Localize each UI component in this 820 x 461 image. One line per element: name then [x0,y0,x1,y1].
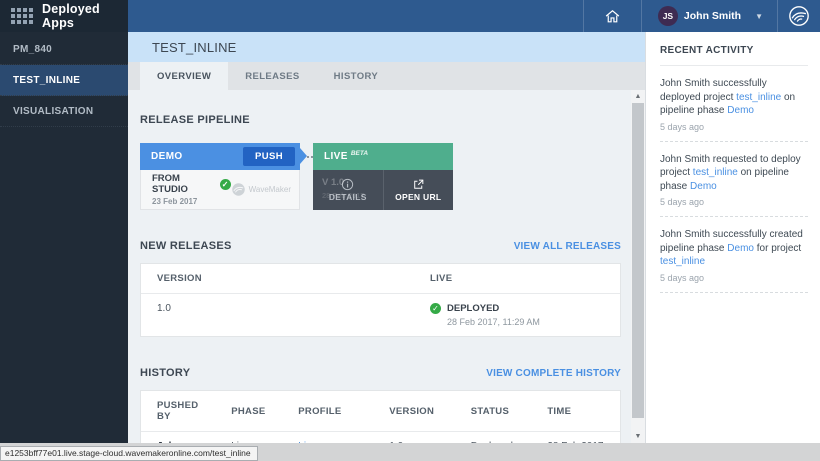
activity-timestamp: 5 days ago [660,197,806,207]
pipeline-cards: DEMO PUSH FROM STUDIO ✓ 23 Feb 2017 [140,143,621,210]
release-status: DEPLOYED [447,303,540,314]
tab-history[interactable]: HISTORY [317,62,396,90]
col-time: TIME [531,391,620,432]
history-status: Deployed [455,432,532,444]
open-external-icon [412,178,425,191]
details-label: DETAILS [329,192,367,202]
demo-card-header: DEMO PUSH [140,143,300,170]
col-version: VERSION [373,391,454,432]
col-status: STATUS [455,391,532,432]
phase-card-demo: DEMO PUSH FROM STUDIO ✓ 23 Feb 2017 [140,143,300,210]
release-version: 1.0 [141,294,414,337]
history-version: 1.0 [373,432,454,444]
main-panel: TEST_INLINE OVERVIEW RELEASES HISTORY RE… [128,32,645,443]
view-complete-history-link[interactable]: VIEW COMPLETE HISTORY [486,368,621,379]
overview-content: RELEASE PIPELINE DEMO PUSH FROM STUDIO [128,90,645,443]
info-icon [341,178,354,191]
app-title: Deployed Apps [42,2,128,30]
release-pipeline-heading: RELEASE PIPELINE [140,114,250,126]
col-phase: PHASE [215,391,282,432]
home-icon [604,8,621,25]
body: PM_840 TEST_INLINE VISUALISATION TEST_IN… [0,32,820,443]
col-version: VERSION [141,264,414,294]
list-item: John Smith requested to deploy project t… [660,142,808,218]
scroll-down-arrow[interactable]: ▼ [631,430,645,443]
phase-link[interactable]: Demo [727,105,754,116]
view-all-releases-link[interactable]: VIEW ALL RELEASES [514,241,621,252]
recent-activity-heading: RECENT ACTIVITY [660,45,808,66]
top-bar: Deployed Apps JS John Smith ▼ [0,0,820,32]
live-card-header: LIVE BETA [313,143,453,170]
release-time: 28 Feb 2017, 11:29 AM [447,317,540,327]
apps-grid-icon[interactable] [11,8,33,24]
phase-card-live: LIVE BETA V 1.0 28 Feb 2017 [313,143,453,210]
activity-timestamp: 5 days ago [660,273,806,283]
page-title: TEST_INLINE [128,32,645,62]
scrollbar-thumb[interactable] [632,103,644,418]
top-bar-right: JS John Smith ▼ [128,0,820,32]
project-link[interactable]: test_inline [736,92,781,103]
beta-badge: BETA [351,150,368,157]
activity-timestamp: 5 days ago [660,122,806,132]
col-pushed-by: PUSHED BY [141,391,215,432]
from-studio-label: FROM STUDIO [152,173,215,195]
col-profile: PROFILE [282,391,373,432]
open-url-button[interactable]: OPEN URL [383,170,454,210]
tab-overview[interactable]: OVERVIEW [140,62,228,90]
phase-link[interactable]: Demo [727,243,754,254]
project-link[interactable]: test_inline [660,256,705,267]
details-button[interactable]: DETAILS [313,170,383,210]
phase-link[interactable]: Demo [690,181,717,192]
new-releases-heading: NEW RELEASES [140,240,232,252]
list-item: John Smith successfully deployed project… [660,66,808,142]
history-profile-link[interactable]: Live [282,432,373,444]
wave-icon [231,182,246,197]
demo-phase-name: DEMO [151,151,183,162]
table-row: John Smith Live Live 1.0 Deployed 28 Feb… [141,432,620,444]
avatar: JS [658,6,678,26]
history-table: PUSHED BY PHASE PROFILE VERSION STATUS T… [140,390,621,443]
list-item: John Smith successfully created pipeline… [660,217,808,293]
home-button[interactable] [584,0,641,32]
activity-text: for project [754,243,801,254]
sidebar-item-pm-840[interactable]: PM_840 [0,34,128,65]
open-url-label: OPEN URL [395,192,441,202]
app-brand: Deployed Apps [0,0,128,32]
table-row: 1.0 ✓ DEPLOYED 28 Feb 2017, 11:29 AM [141,294,620,337]
push-button[interactable]: PUSH [243,147,295,166]
status-url-tooltip: e1253bff77e01.live.stage-cloud.wavemaker… [0,446,258,461]
scroll-up-arrow[interactable]: ▲ [631,90,645,103]
project-sidebar: PM_840 TEST_INLINE VISUALISATION [0,32,128,443]
tab-releases[interactable]: RELEASES [228,62,316,90]
demo-deploy-date: 23 Feb 2017 [152,197,231,206]
col-live: LIVE [414,264,620,294]
wave-icon [788,5,810,27]
demo-card-body: FROM STUDIO ✓ 23 Feb 2017 [140,170,300,210]
history-pushed-by: John Smith [141,432,215,444]
deployed-check-icon: ✓ [430,303,441,314]
deployed-apps-window: Deployed Apps JS John Smith ▼ [0,0,820,461]
recent-activity-panel: RECENT ACTIVITY John Smith successfully … [645,32,820,443]
live-phase-name: LIVE [324,151,348,162]
user-menu[interactable]: JS John Smith ▼ [642,0,777,32]
project-link[interactable]: test_inline [693,167,738,178]
history-phase: Live [215,432,282,444]
success-check-icon: ✓ [220,179,231,190]
sidebar-item-visualisation[interactable]: VISUALISATION [0,96,128,127]
chevron-down-icon: ▼ [755,12,763,21]
live-card-body: V 1.0 28 Feb 2017 DETAILS [313,170,453,210]
user-name: John Smith [684,10,741,22]
wavemaker-watermark: WaveMaker [231,182,291,197]
wavemaker-logo[interactable] [778,0,820,32]
tab-bar: OVERVIEW RELEASES HISTORY [128,62,645,90]
history-heading: HISTORY [140,367,190,379]
watermark-label: WaveMaker [249,185,291,194]
vertical-scrollbar[interactable]: ▲ ▼ [631,90,645,443]
sidebar-item-test-inline[interactable]: TEST_INLINE [0,65,128,96]
history-time: 28 Feb 2017, [531,432,620,444]
new-releases-table: VERSION LIVE 1.0 ✓ [140,263,621,337]
